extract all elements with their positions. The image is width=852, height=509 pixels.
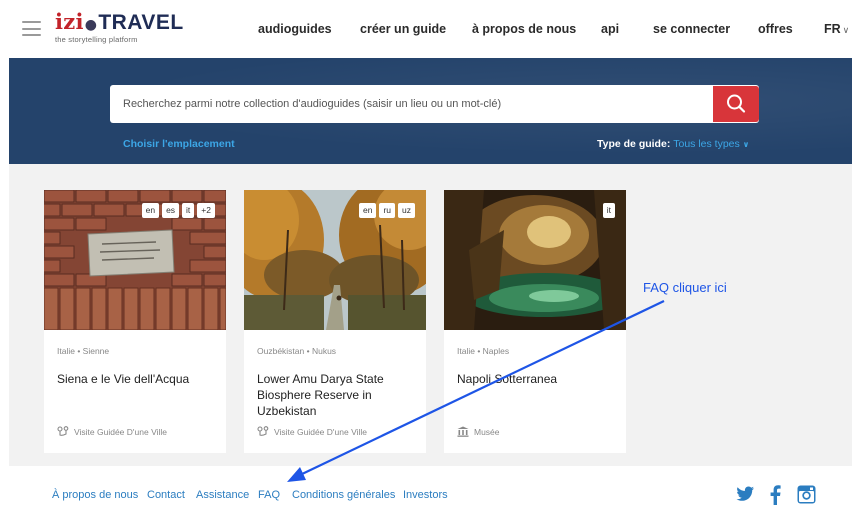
twitter-icon[interactable]: [735, 485, 755, 503]
search-input[interactable]: [110, 85, 710, 123]
guide-type: Visite Guidée D'une Ville: [57, 426, 167, 437]
search-icon: [727, 94, 746, 113]
nav-about[interactable]: à propos de nous: [472, 22, 576, 36]
search-hero: Choisir l'emplacement Type de guide: Tou…: [9, 58, 852, 164]
guide-title: Lower Amu Darya State Biosphere Reserve …: [257, 372, 384, 418]
guide-image: [444, 190, 626, 330]
footer-link-investors[interactable]: Investors: [403, 489, 448, 501]
nav-api[interactable]: api: [601, 22, 619, 36]
guide-card[interactable]: en es it +2 Italie • Sienne Siena e le V…: [44, 190, 226, 453]
chevron-down-icon: ∨: [742, 140, 750, 149]
guide-type-select[interactable]: Tous les types: [673, 138, 740, 150]
language-badges: en es it +2: [141, 203, 215, 218]
instagram-icon[interactable]: [797, 485, 816, 504]
guide-type-filter: Type de guide: Tous les types ∨: [597, 138, 750, 150]
nav-create-guide[interactable]: créer un guide: [360, 22, 446, 36]
footer-link-contact[interactable]: Contact: [147, 489, 185, 501]
nav-login[interactable]: se connecter: [653, 22, 730, 36]
facebook-icon[interactable]: [769, 485, 781, 505]
guide-location: Ouzbékistan • Nukus: [257, 346, 337, 356]
guides-grid: en es it +2 Italie • Sienne Siena e le V…: [9, 164, 852, 466]
guide-location: Italie • Sienne: [57, 346, 110, 356]
site-header: izi●TRAVEL the storytelling platform aud…: [0, 0, 852, 58]
footer-link-terms[interactable]: Conditions générales: [292, 489, 395, 501]
guide-title: Napoli Sotterranea: [457, 372, 558, 386]
guide-card[interactable]: it Italie • Naples Napoli Sotterranea Mu…: [444, 190, 626, 453]
chevron-down-icon: ∨: [842, 25, 850, 35]
language-selector[interactable]: FR ∨: [824, 22, 849, 36]
footer-link-about[interactable]: À propos de nous: [52, 489, 138, 501]
annotation-label: FAQ cliquer ici: [643, 280, 727, 295]
search-box: [110, 85, 759, 123]
guide-type: Musée: [457, 426, 500, 437]
guide-title: Siena e le Vie dell'Acqua: [57, 372, 190, 386]
choose-location-link[interactable]: Choisir l'emplacement: [123, 138, 235, 150]
route-icon: [257, 426, 269, 436]
museum-icon: [457, 426, 469, 437]
language-badges: en ru uz: [358, 203, 415, 218]
guide-location: Italie • Naples: [457, 346, 510, 356]
language-badges: it: [602, 203, 615, 218]
footer-link-faq[interactable]: FAQ: [258, 489, 280, 501]
footer-link-support[interactable]: Assistance: [196, 489, 249, 501]
nav-offers[interactable]: offres: [758, 22, 793, 36]
logo[interactable]: izi●TRAVEL the storytelling platform: [55, 11, 184, 45]
guide-type: Visite Guidée D'une Ville: [257, 426, 367, 437]
nav-audioguides[interactable]: audioguides: [258, 22, 332, 36]
route-icon: [57, 426, 69, 436]
guide-card[interactable]: en ru uz Ouzbékistan • Nukus Lower Amu D…: [244, 190, 426, 453]
menu-icon[interactable]: [22, 21, 41, 36]
search-button[interactable]: [713, 86, 759, 122]
logo-tagline: the storytelling platform: [55, 35, 138, 44]
